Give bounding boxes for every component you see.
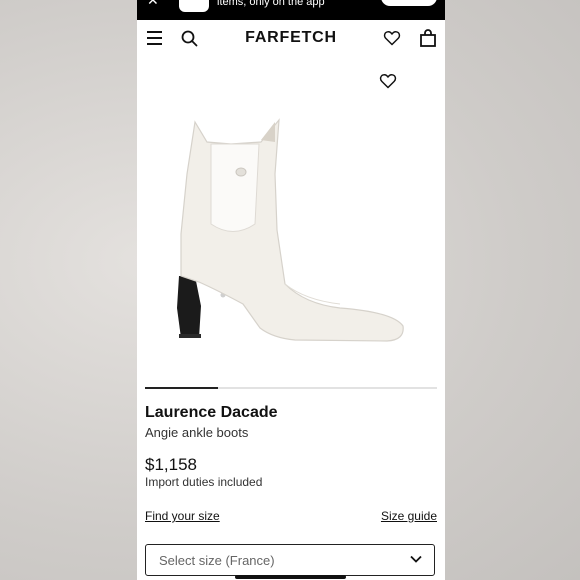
- product-image: [177, 118, 404, 342]
- product-name: Angie ankle boots: [145, 425, 249, 440]
- size-select-placeholder: Select size (France): [159, 553, 275, 568]
- shopping-bag-icon[interactable]: [419, 29, 437, 47]
- size-guide-link[interactable]: Size guide: [381, 509, 437, 523]
- product-price: $1,158: [145, 455, 197, 474]
- heart-icon[interactable]: [383, 30, 401, 46]
- find-your-size-link[interactable]: Find your size: [145, 509, 220, 523]
- size-select-dropdown[interactable]: Select size (France): [145, 544, 435, 576]
- heart-icon[interactable]: [379, 73, 397, 89]
- app-download-banner[interactable]: ✕ items, only on the app: [137, 0, 445, 20]
- product-brand[interactable]: Laurence Dacade: [145, 404, 278, 422]
- home-indicator: [235, 575, 346, 579]
- close-icon[interactable]: ✕: [147, 0, 159, 9]
- banner-text: items, only on the app: [217, 0, 325, 8]
- mobile-screen: ✕ items, only on the app FARFETCH Lauren…: [137, 0, 445, 580]
- gallery-progress-indicator: [145, 387, 218, 389]
- open-app-button[interactable]: [381, 0, 437, 6]
- chevron-down-icon: [410, 555, 422, 563]
- app-icon: [179, 0, 209, 12]
- gallery-progress: [145, 387, 437, 389]
- product-image-gallery[interactable]: [137, 56, 445, 386]
- top-navigation: FARFETCH: [137, 20, 445, 57]
- duties-note: Import duties included: [145, 475, 263, 489]
